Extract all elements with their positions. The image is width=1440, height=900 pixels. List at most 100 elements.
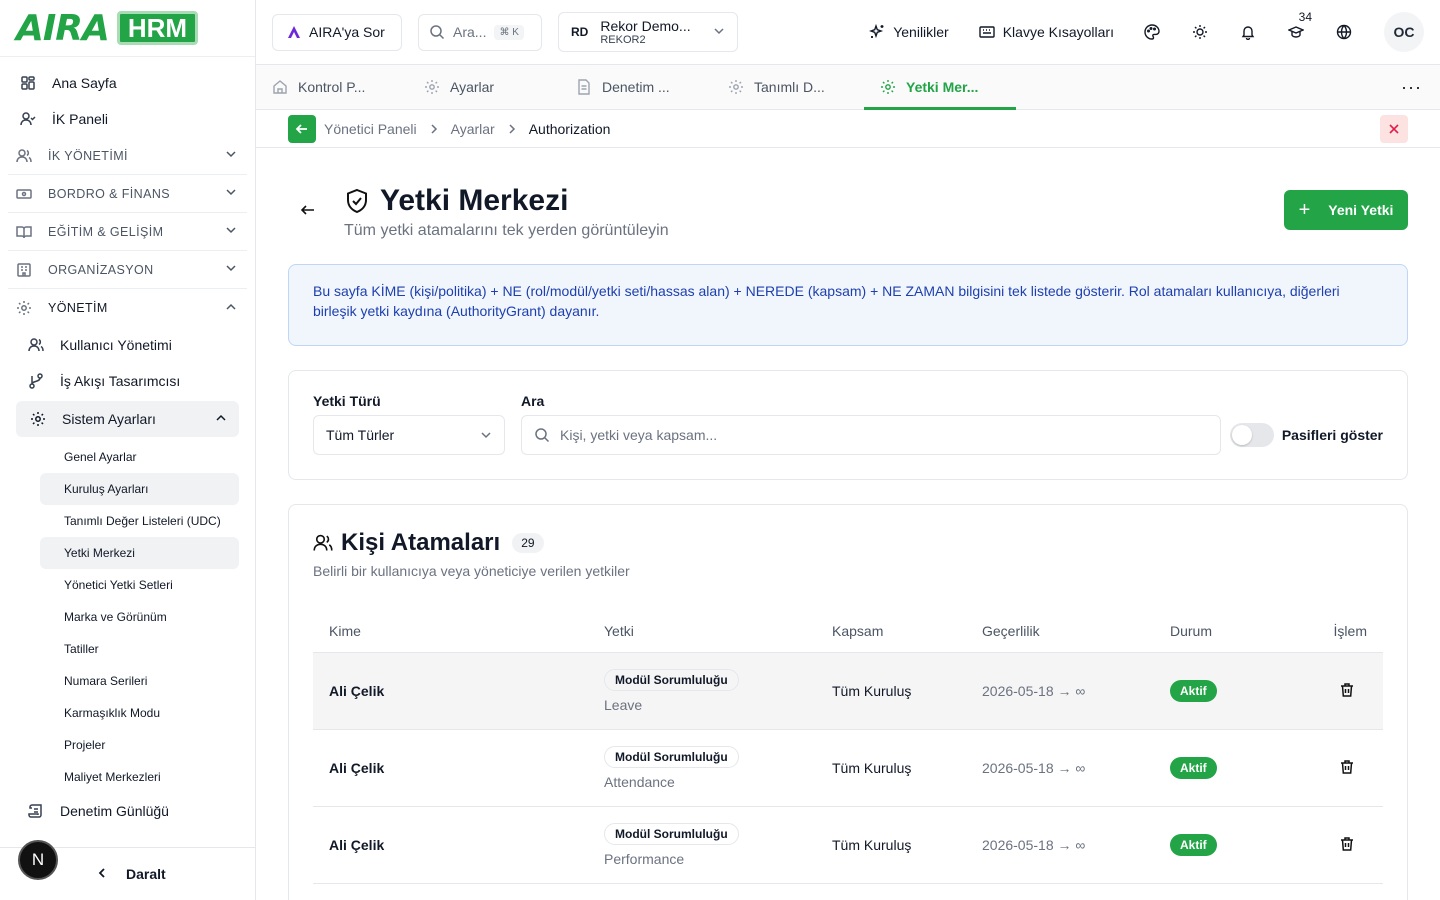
breadcrumb-back-button[interactable]: [288, 114, 316, 143]
trash-icon[interactable]: [1339, 682, 1355, 698]
breadcrumb-admin-panel[interactable]: Yönetici Paneli: [324, 121, 417, 137]
sidebar-leaf-general-settings[interactable]: Genel Ayarlar: [40, 441, 239, 473]
sidebar-item-hr-panel[interactable]: İK Paneli: [8, 101, 247, 137]
sun-icon[interactable]: [1192, 24, 1208, 40]
whats-new-label: Yenilikler: [893, 24, 949, 40]
close-page-button[interactable]: [1380, 114, 1408, 143]
column-header-validity[interactable]: Geçerlilik: [982, 623, 1170, 639]
table-row[interactable]: Ali Çelik Modül Sorumluluğu Attendance T…: [313, 730, 1383, 807]
grant-module: Attendance: [604, 774, 675, 790]
sidebar-leaf-manager-authority-sets[interactable]: Yönetici Yetki Setleri: [40, 569, 239, 601]
person-assignments-card: Kişi Atamaları 29 Belirli bir kullanıcıy…: [288, 504, 1408, 900]
whats-new-button[interactable]: Yenilikler: [869, 24, 949, 40]
trash-icon[interactable]: [1339, 759, 1355, 775]
global-search[interactable]: Ara... ⌘ K: [418, 13, 542, 51]
grid-icon: [20, 75, 36, 91]
assignments-table: Kime Yetki Kapsam Geçerlilik Durum İşlem…: [313, 609, 1383, 884]
sidebar-item-home[interactable]: Ana Sayfa: [8, 65, 247, 101]
sidebar-leaf-complexity-mode[interactable]: Karmaşıklık Modu: [40, 697, 239, 729]
ask-aira-button[interactable]: AIRA'ya Sor: [272, 13, 402, 51]
brand-logo[interactable]: AIRA HRM: [0, 0, 255, 57]
arrow-left-icon[interactable]: [300, 202, 316, 240]
sidebar-leaf-holidays[interactable]: Tatiller: [40, 633, 239, 665]
system-settings-list: Genel Ayarlar Kuruluş Ayarları Tanımlı D…: [8, 441, 247, 793]
column-header-grant[interactable]: Yetki: [604, 623, 832, 639]
user-avatar[interactable]: OC: [1384, 12, 1424, 52]
table-row[interactable]: Ali Çelik Modül Sorumluluğu Performance …: [313, 807, 1383, 884]
sidebar-leaf-cost-centers[interactable]: Maliyet Merkezleri: [40, 761, 239, 793]
sidebar-group-label: EĞİTİM & GELİŞİM: [48, 224, 164, 239]
sidebar-leaf-authority-center[interactable]: Yetki Merkezi: [40, 537, 239, 569]
cell-who: Ali Çelik: [329, 837, 385, 853]
new-authority-label: Yeni Yetki: [1328, 202, 1394, 218]
sidebar-item-label: İş Akışı Tasarımcısı: [60, 373, 181, 389]
sidebar-leaf-organization-settings[interactable]: Kuruluş Ayarları: [40, 473, 239, 505]
sidebar-item-audit-log[interactable]: Denetim Günlüğü: [8, 793, 247, 829]
plus-icon: +: [1298, 198, 1311, 221]
dev-tools-badge[interactable]: N: [18, 840, 58, 880]
graduation-cap-icon[interactable]: 34: [1288, 10, 1312, 40]
keyboard-icon: [979, 24, 995, 40]
tab-authority-center[interactable]: Yetki Mer...: [864, 65, 1016, 110]
sidebar-item-system-settings[interactable]: Sistem Ayarları: [16, 401, 239, 437]
sidebar: AIRA HRM Ana Sayfa İK Paneli İK YÖNETİMİ…: [0, 0, 256, 900]
sidebar-leaf-brand-appearance[interactable]: Marka ve Görünüm: [40, 601, 239, 633]
sidebar-leaf-projects[interactable]: Projeler: [40, 729, 239, 761]
book-open-icon: [16, 224, 32, 240]
sidebar-item-user-management[interactable]: Kullanıcı Yönetimi: [8, 327, 247, 363]
bell-icon[interactable]: [1240, 24, 1256, 40]
trash-icon[interactable]: [1339, 836, 1355, 852]
logo-product: HRM: [116, 11, 199, 45]
toggle-switch[interactable]: [1229, 423, 1274, 447]
tab-defined-values[interactable]: Tanımlı D...: [712, 65, 864, 109]
collapse-sidebar-button[interactable]: Daralt: [96, 866, 166, 882]
assignment-count-badge: 29: [512, 533, 544, 553]
sidebar-group-training[interactable]: EĞİTİM & GELİŞİM: [8, 213, 247, 251]
tenant-switcher[interactable]: RD Rekor Demo... REKOR2: [558, 12, 738, 52]
breadcrumb-settings[interactable]: Ayarlar: [451, 121, 495, 137]
sidebar-group-organization[interactable]: ORGANİZASYON: [8, 251, 247, 289]
sidebar-item-workflow-designer[interactable]: İş Akışı Tasarımcısı: [8, 363, 247, 399]
tab-audit[interactable]: Denetim ...: [560, 65, 712, 109]
search-icon: [429, 24, 445, 40]
column-header-status[interactable]: Durum: [1170, 623, 1300, 639]
chevron-down-icon: [480, 429, 492, 441]
column-header-who[interactable]: Kime: [313, 623, 604, 639]
sidebar-group-hr[interactable]: İK YÖNETİMİ: [8, 137, 247, 175]
sidebar-leaf-number-series[interactable]: Numara Serileri: [40, 665, 239, 697]
chevron-down-icon: [225, 186, 237, 201]
open-tabs: Kontrol P... Ayarlar Denetim ... Tanımlı…: [256, 65, 1440, 110]
sidebar-group-payroll[interactable]: BORDRO & FİNANS: [8, 175, 247, 213]
sidebar-leaf-udc[interactable]: Tanımlı Değer Listeleri (UDC): [40, 505, 239, 537]
type-filter-select[interactable]: Tüm Türler: [313, 415, 505, 455]
tab-label: Tanımlı D...: [754, 79, 825, 95]
shield-check-icon: [344, 188, 370, 214]
sparkles-icon: [869, 24, 885, 40]
more-tabs-icon[interactable]: ···: [1401, 65, 1422, 109]
scroll-icon: [28, 803, 44, 819]
palette-icon[interactable]: [1144, 24, 1160, 40]
show-passive-toggle[interactable]: Pasifleri göster: [1229, 423, 1383, 447]
column-header-scope[interactable]: Kapsam: [832, 623, 982, 639]
status-badge: Aktif: [1170, 757, 1217, 779]
cell-grant: Modül Sorumluluğu Leave: [604, 669, 832, 713]
chevron-up-icon: [225, 301, 237, 316]
globe-icon[interactable]: [1336, 24, 1352, 40]
search-input[interactable]: [560, 427, 1160, 443]
tab-dashboard[interactable]: Kontrol P...: [256, 65, 408, 109]
search-filter-field[interactable]: [521, 415, 1221, 455]
tab-settings[interactable]: Ayarlar: [408, 65, 560, 109]
grant-module: Performance: [604, 851, 685, 867]
table-row[interactable]: Ali Çelik Modül Sorumluluğu Leave Tüm Ku…: [313, 653, 1383, 730]
card-title: Kişi Atamaları: [341, 529, 501, 556]
sidebar-group-management[interactable]: YÖNETİM: [8, 289, 247, 327]
grant-type-pill: Modül Sorumluluğu: [604, 823, 739, 845]
chevron-right-icon: [507, 123, 517, 134]
home-icon: [272, 79, 288, 95]
keyboard-shortcuts-button[interactable]: Klavye Kısayolları: [979, 24, 1114, 40]
card-header: Kişi Atamaları 29 Belirli bir kullanıcıy…: [313, 529, 630, 579]
cell-grant: Modül Sorumluluğu Performance: [604, 823, 832, 867]
grant-type-pill: Modül Sorumluluğu: [604, 669, 739, 691]
tenant-code: REKOR2: [600, 34, 646, 46]
new-authority-button[interactable]: + Yeni Yetki: [1284, 190, 1408, 230]
